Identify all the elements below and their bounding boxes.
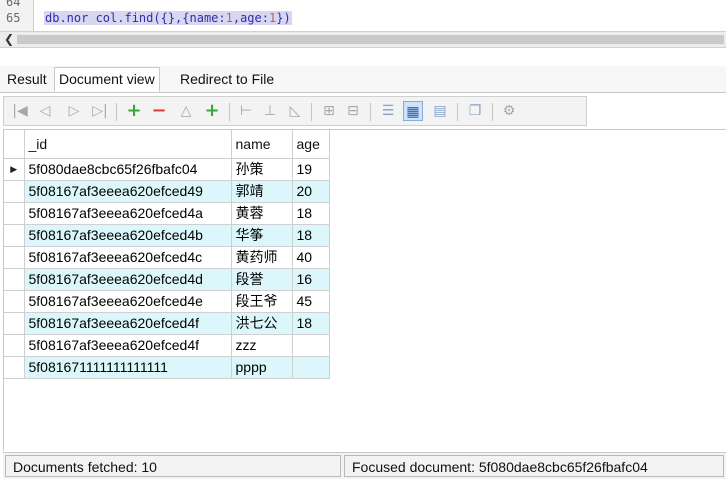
toolbar-separator [370,103,371,121]
insert-icon[interactable]: ⊢ [236,101,256,121]
row-indicator[interactable] [4,224,25,247]
line-number: 65 [6,11,21,25]
cell-name[interactable]: 段王爷 [231,290,293,313]
cell-id[interactable]: 5f081671111111111111 [24,356,232,379]
cell-id[interactable]: 5f08167af3eeea620efced4d [24,268,232,291]
cell-name[interactable]: 黄蓉 [231,202,293,225]
grid-view-icon[interactable]: ▦ [403,101,423,121]
cell-age[interactable]: 45 [292,290,330,313]
up-icon[interactable]: △ [176,101,196,121]
cell-age[interactable]: 18 [292,224,330,247]
cell-age[interactable]: 16 [292,268,330,291]
cell-id[interactable]: 5f080dae8cbc65f26fbafc04 [24,158,232,181]
focused-document-status: Focused document: 5f080dae8cbc65f26fbafc… [344,455,724,477]
cell-age[interactable]: 18 [292,312,330,335]
table-row[interactable]: 5f081671111111111111 pppp [4,356,330,379]
line-number: 64 [6,0,21,9]
toolbar-separator [311,103,312,121]
add-green-icon[interactable]: + [202,101,222,121]
row-indicator[interactable] [4,246,25,269]
cell-age[interactable]: 19 [292,158,330,181]
query-code[interactable]: db.nor col.find({},{name:1,age:1}) [44,11,292,25]
last-icon[interactable]: ▷| [90,101,110,121]
cell-id[interactable]: 5f08167af3eeea620efced4f [24,334,232,357]
row-indicator[interactable] [4,202,25,225]
editor-horizontal-scrollbar[interactable]: ❮ [0,31,726,48]
table-row[interactable]: 5f08167af3eeea620efced4a 黄蓉 18 [4,202,330,225]
cell-age[interactable]: 18 [292,202,330,225]
column-header-age[interactable]: age [292,130,330,159]
cell-age[interactable]: 20 [292,180,330,203]
prev-icon[interactable]: ◁ [35,101,55,121]
toolbar-separator [229,103,230,121]
row-indicator-header [4,130,25,159]
remove-icon[interactable]: − [149,101,169,121]
first-icon[interactable]: |◀ [10,101,30,121]
editor-line-64: 64 [0,0,726,9]
row-indicator[interactable] [4,334,25,357]
table-row[interactable]: 5f08167af3eeea620efced4f zzz [4,334,330,357]
tab-redirect-to-file[interactable]: Redirect to File [176,68,278,91]
cell-id[interactable]: 5f08167af3eeea620efced4e [24,290,232,313]
next-icon[interactable]: ▷ [64,101,84,121]
scroll-left-icon[interactable]: ❮ [2,32,16,47]
document-toolbar: |◀ ◁ ▷ ▷| + − △ + ⊢ ⊥ ◺ ⊞ ⊟ ☰ ▦ ▤ ❐ ⚙ [3,96,587,126]
cell-id[interactable]: 5f08167af3eeea620efced4c [24,246,232,269]
tab-document-view[interactable]: Document view [54,67,160,92]
table-row[interactable]: 5f08167af3eeea620efced4b 华筝 18 [4,224,330,247]
cell-name[interactable]: zzz [231,334,293,357]
table-row[interactable]: 5f08167af3eeea620efced4e 段王爷 45 [4,290,330,313]
remove-line-icon[interactable]: ⊥ [260,101,280,121]
toolbar-separator [492,103,493,121]
table-row[interactable]: 5f08167af3eeea620efced49 郭靖 20 [4,180,330,203]
toolbar-separator [457,103,458,121]
documents-fetched-status: Documents fetched: 10 [5,455,341,477]
row-indicator[interactable] [4,312,25,335]
documents-table: _id name age ▶ 5f080dae8cbc65f26fbafc04 孙策… [4,130,330,379]
column-header-id[interactable]: _id [24,130,232,159]
toolbar-separator [116,103,117,121]
header-row: _id name age [4,130,330,159]
row-indicator[interactable] [4,268,25,291]
editor-line-65[interactable]: 65 db.nor col.find({},{name:1,age:1}) [0,11,726,25]
add-icon[interactable]: + [124,101,144,121]
cell-id[interactable]: 5f08167af3eeea620efced4a [24,202,232,225]
tab-result[interactable]: Result [3,68,51,91]
scrollbar-thumb[interactable] [17,35,724,44]
cell-name[interactable]: 孙策 [231,158,293,181]
current-row-indicator-icon[interactable]: ▶ [4,158,25,181]
column-header-name[interactable]: name [231,130,293,159]
collapse-icon[interactable]: ⊟ [343,101,363,121]
cell-name[interactable]: 郭靖 [231,180,293,203]
copy-icon[interactable]: ❐ [465,101,485,121]
result-tabs: Result Document view Redirect to File [0,66,726,93]
table-row[interactable]: 5f08167af3eeea620efced4d 段誉 16 [4,268,330,291]
table-row[interactable]: 5f08167af3eeea620efced4c 黄药师 40 [4,246,330,269]
text-view-icon[interactable]: ▤ [430,101,450,121]
cell-age[interactable] [292,334,330,357]
table-row[interactable]: 5f08167af3eeea620efced4f 洪七公 18 [4,312,330,335]
indent-icon[interactable]: ◺ [285,101,305,121]
cell-age[interactable]: 40 [292,246,330,269]
query-editor[interactable]: 64 65 db.nor col.find({},{name:1,age:1}) [0,0,726,31]
row-indicator[interactable] [4,356,25,379]
document-grid[interactable]: _id name age ▶ 5f080dae8cbc65f26fbafc04 孙策… [3,129,726,451]
table-row[interactable]: ▶ 5f080dae8cbc65f26fbafc04 孙策 19 [4,158,330,181]
status-bar: Documents fetched: 10 Focused document: … [3,452,726,479]
row-indicator[interactable] [4,180,25,203]
tree-view-icon[interactable]: ☰ [378,101,398,121]
cell-id[interactable]: 5f08167af3eeea620efced49 [24,180,232,203]
cell-name[interactable]: 华筝 [231,224,293,247]
cell-id[interactable]: 5f08167af3eeea620efced4b [24,224,232,247]
cell-name[interactable]: 洪七公 [231,312,293,335]
expand-icon[interactable]: ⊞ [319,101,339,121]
cell-age[interactable] [292,356,330,379]
settings-icon[interactable]: ⚙ [499,101,519,121]
cell-id[interactable]: 5f08167af3eeea620efced4f [24,312,232,335]
cell-name[interactable]: pppp [231,356,293,379]
cell-name[interactable]: 黄药师 [231,246,293,269]
row-indicator[interactable] [4,290,25,313]
cell-name[interactable]: 段誉 [231,268,293,291]
